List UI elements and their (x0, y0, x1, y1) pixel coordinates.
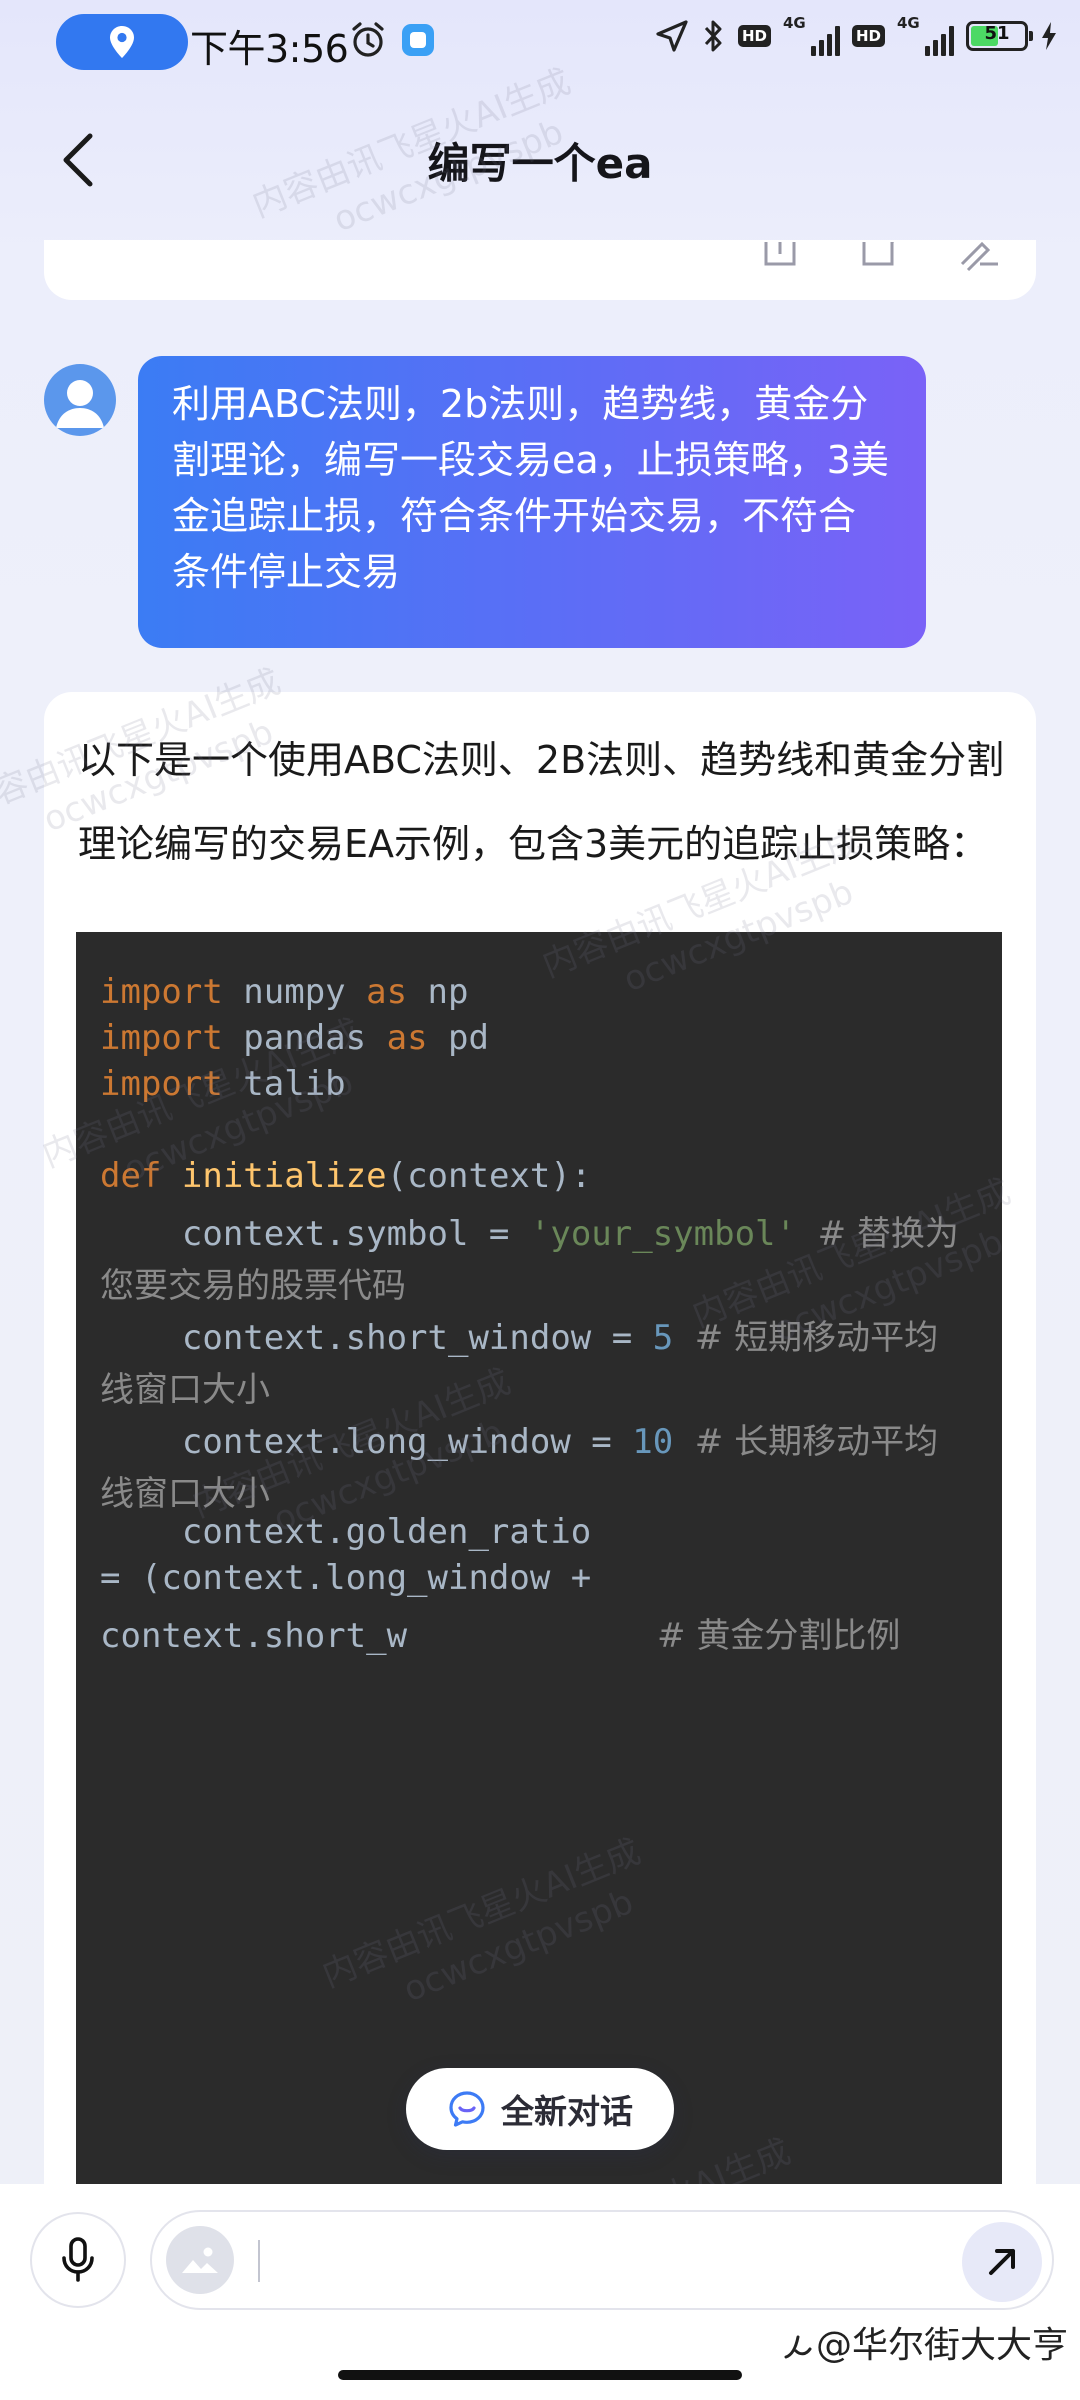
previous-answer-card (44, 240, 1036, 300)
microphone-icon (62, 2237, 94, 2282)
code-line: context.symbol = 'your_symbol' # 替换为 (100, 1214, 959, 1254)
location-arrow-icon (656, 20, 688, 52)
bottom-input-bar: @华尔街大大亨 (0, 2184, 1080, 2400)
hd-badge: HD (737, 25, 771, 47)
page-title: 编写一个ea (427, 139, 653, 188)
code-line: context.long_window = 10 # 长期移动平均 (100, 1422, 939, 1462)
code-line: context.short_w # 黄金分割比例 (100, 1616, 901, 1656)
bluetooth-icon (704, 20, 722, 52)
code-line: 您要交易的股票代码 (100, 1266, 406, 1306)
charging-bolt-icon (1042, 22, 1056, 50)
share-icon[interactable] (758, 242, 802, 272)
feedback-icon[interactable] (958, 242, 1002, 272)
app-header: 编写一个ea (0, 100, 1080, 212)
status-right-group: HD 4G HD 4G 51 (654, 14, 1058, 56)
user-avatar[interactable] (44, 364, 116, 436)
location-pin-icon (110, 26, 134, 58)
answer-intro-text: 以下是一个使用ABC法则、2B法则、趋势线和黄金分割理论编写的交易EA示例，包含… (78, 738, 1005, 866)
message-input-box[interactable] (150, 2210, 1054, 2310)
message-input[interactable] (264, 2224, 884, 2296)
signal-strength-icon: 4G (782, 14, 840, 56)
copy-icon[interactable] (858, 242, 902, 272)
code-line: import numpy as np (100, 972, 469, 1012)
app-notification-icon (402, 24, 434, 56)
code-line: def initialize(context): (100, 1156, 592, 1196)
status-time: 下午3:56 (190, 27, 349, 71)
code-line: context.short_window = 5 # 短期移动平均 (100, 1318, 939, 1358)
answer-action-bar (758, 242, 1002, 272)
code-line: 线窗口大小 (100, 1370, 270, 1410)
code-line: 线窗口大小 (100, 1474, 270, 1514)
send-arrow-icon (989, 2249, 1015, 2275)
status-bar: 下午3:56 HD 4G HD 4G 51 (0, 0, 1080, 84)
new-chat-button[interactable]: 全新对话 (406, 2068, 674, 2150)
code-line: = (context.long_window + (100, 1558, 592, 1598)
code-line: context.golden_ratio (100, 1512, 592, 1552)
platform-logo-icon (784, 2335, 812, 2359)
assistant-answer-card: 以下是一个使用ABC法则、2B法则、趋势线和黄金分割理论编写的交易EA示例，包含… (44, 692, 1036, 2184)
alarm-clock-icon (352, 22, 384, 57)
image-icon (182, 2247, 218, 2273)
chat-bubble-icon (449, 2091, 485, 2127)
home-indicator[interactable] (338, 2370, 742, 2380)
voice-input-button[interactable] (30, 2212, 126, 2308)
user-icon (56, 380, 104, 428)
hd-badge: HD (851, 25, 885, 47)
code-line: import talib (100, 1064, 346, 1104)
location-pill[interactable] (56, 14, 188, 70)
signal-strength-icon: 4G (897, 14, 954, 56)
code-line: import pandas as pd (100, 1018, 489, 1058)
battery-percent: 51 (984, 23, 1010, 44)
text-caret (258, 2240, 260, 2282)
send-button[interactable] (962, 2222, 1042, 2302)
network-type-label: 4G (782, 14, 806, 32)
network-type-label: 4G (897, 14, 920, 32)
chat-scroll-area[interactable]: 利用ABC法则，2b法则，趋势线，黄金分割理论，编写一段交易ea，止损策略，3美… (0, 240, 1080, 2184)
source-watermark: @华尔街大大亨 (782, 2316, 1068, 2368)
battery-icon: 51 (966, 21, 1033, 51)
user-message-bubble[interactable]: 利用ABC法则，2b法则，趋势线，黄金分割理论，编写一段交易ea，止损策略，3美… (138, 356, 926, 648)
image-upload-button[interactable] (166, 2226, 234, 2294)
new-chat-label: 全新对话 (501, 2092, 633, 2131)
code-block[interactable]: import numpy as np import pandas as pd i… (76, 932, 1002, 2184)
